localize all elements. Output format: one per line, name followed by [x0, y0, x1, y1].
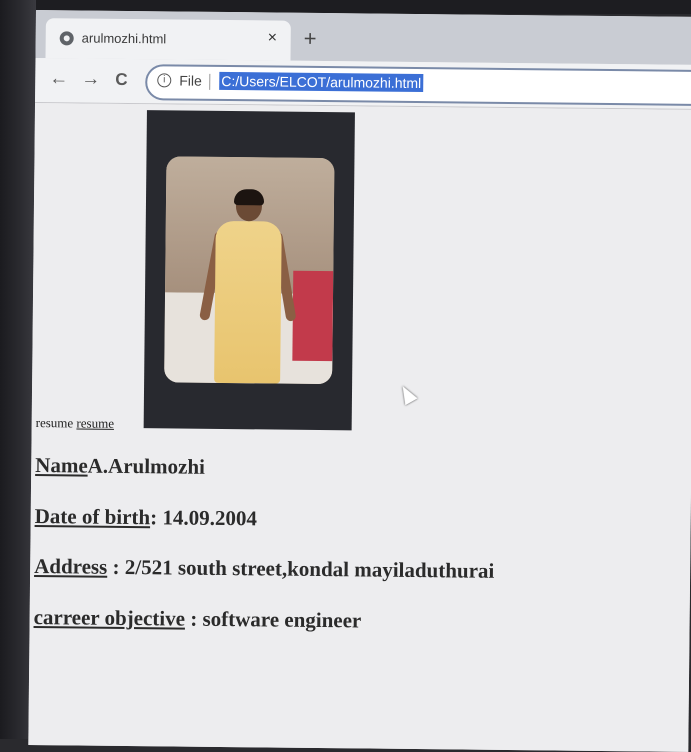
field-name: NameA.Arulmozhi [35, 453, 205, 480]
person-figure [202, 191, 294, 384]
field-address: Address : 2/521 south street,kondal mayi… [34, 554, 494, 584]
tab-strip: arulmozhi.html × + [35, 10, 691, 65]
tab-arulmozhi[interactable]: arulmozhi.html × [45, 18, 290, 61]
resume-photo [144, 110, 355, 430]
field-address-label: Address [34, 554, 107, 579]
page-favicon-icon [60, 31, 74, 45]
file-scheme-label: File [179, 73, 202, 89]
browser-window: arulmozhi.html × + ← → C i File C:/Users… [28, 10, 691, 752]
address-separator [209, 74, 210, 90]
info-icon[interactable]: i [157, 73, 171, 87]
address-bar[interactable]: i File C:/Users/ELCOT/arulmozhi.html [145, 64, 691, 106]
image-alt-text: resume resume [36, 415, 115, 432]
mouse-cursor-icon [396, 383, 417, 406]
field-name-label: Name [35, 453, 88, 478]
alt-text-plain: resume [36, 415, 74, 430]
browser-toolbar: ← → C i File C:/Users/ELCOT/arulmozhi.ht… [35, 58, 691, 110]
field-dob-value: 14.09.2004 [162, 505, 257, 530]
tab-title: arulmozhi.html [82, 30, 167, 46]
new-tab-button[interactable]: + [304, 26, 317, 52]
url-text[interactable]: C:/Users/ELCOT/arulmozhi.html [219, 72, 423, 92]
field-career-objective-value: software engineer [202, 607, 361, 633]
close-icon[interactable]: × [268, 29, 278, 47]
page-content: resume resume NameA.Arulmozhi Date of bi… [28, 103, 691, 752]
field-career-objective: carreer objective : software engineer [34, 605, 362, 633]
forward-arrow-icon[interactable]: → [81, 68, 100, 90]
portrait-image [164, 156, 334, 384]
field-dob-label: Date of birth [35, 504, 151, 529]
field-career-objective-separator: : [185, 607, 203, 631]
field-address-separator: : [107, 555, 125, 579]
field-dob-separator: : [150, 505, 163, 529]
field-address-value: 2/521 south street,kondal mayiladuthurai [125, 555, 495, 583]
field-dob: Date of birth: 14.09.2004 [35, 504, 257, 531]
reload-icon[interactable]: C [115, 70, 127, 90]
back-arrow-icon[interactable]: ← [49, 68, 68, 90]
alt-text-link[interactable]: resume [76, 415, 114, 430]
field-career-objective-label: carreer objective [34, 605, 186, 631]
field-name-value: A.Arulmozhi [88, 454, 205, 479]
